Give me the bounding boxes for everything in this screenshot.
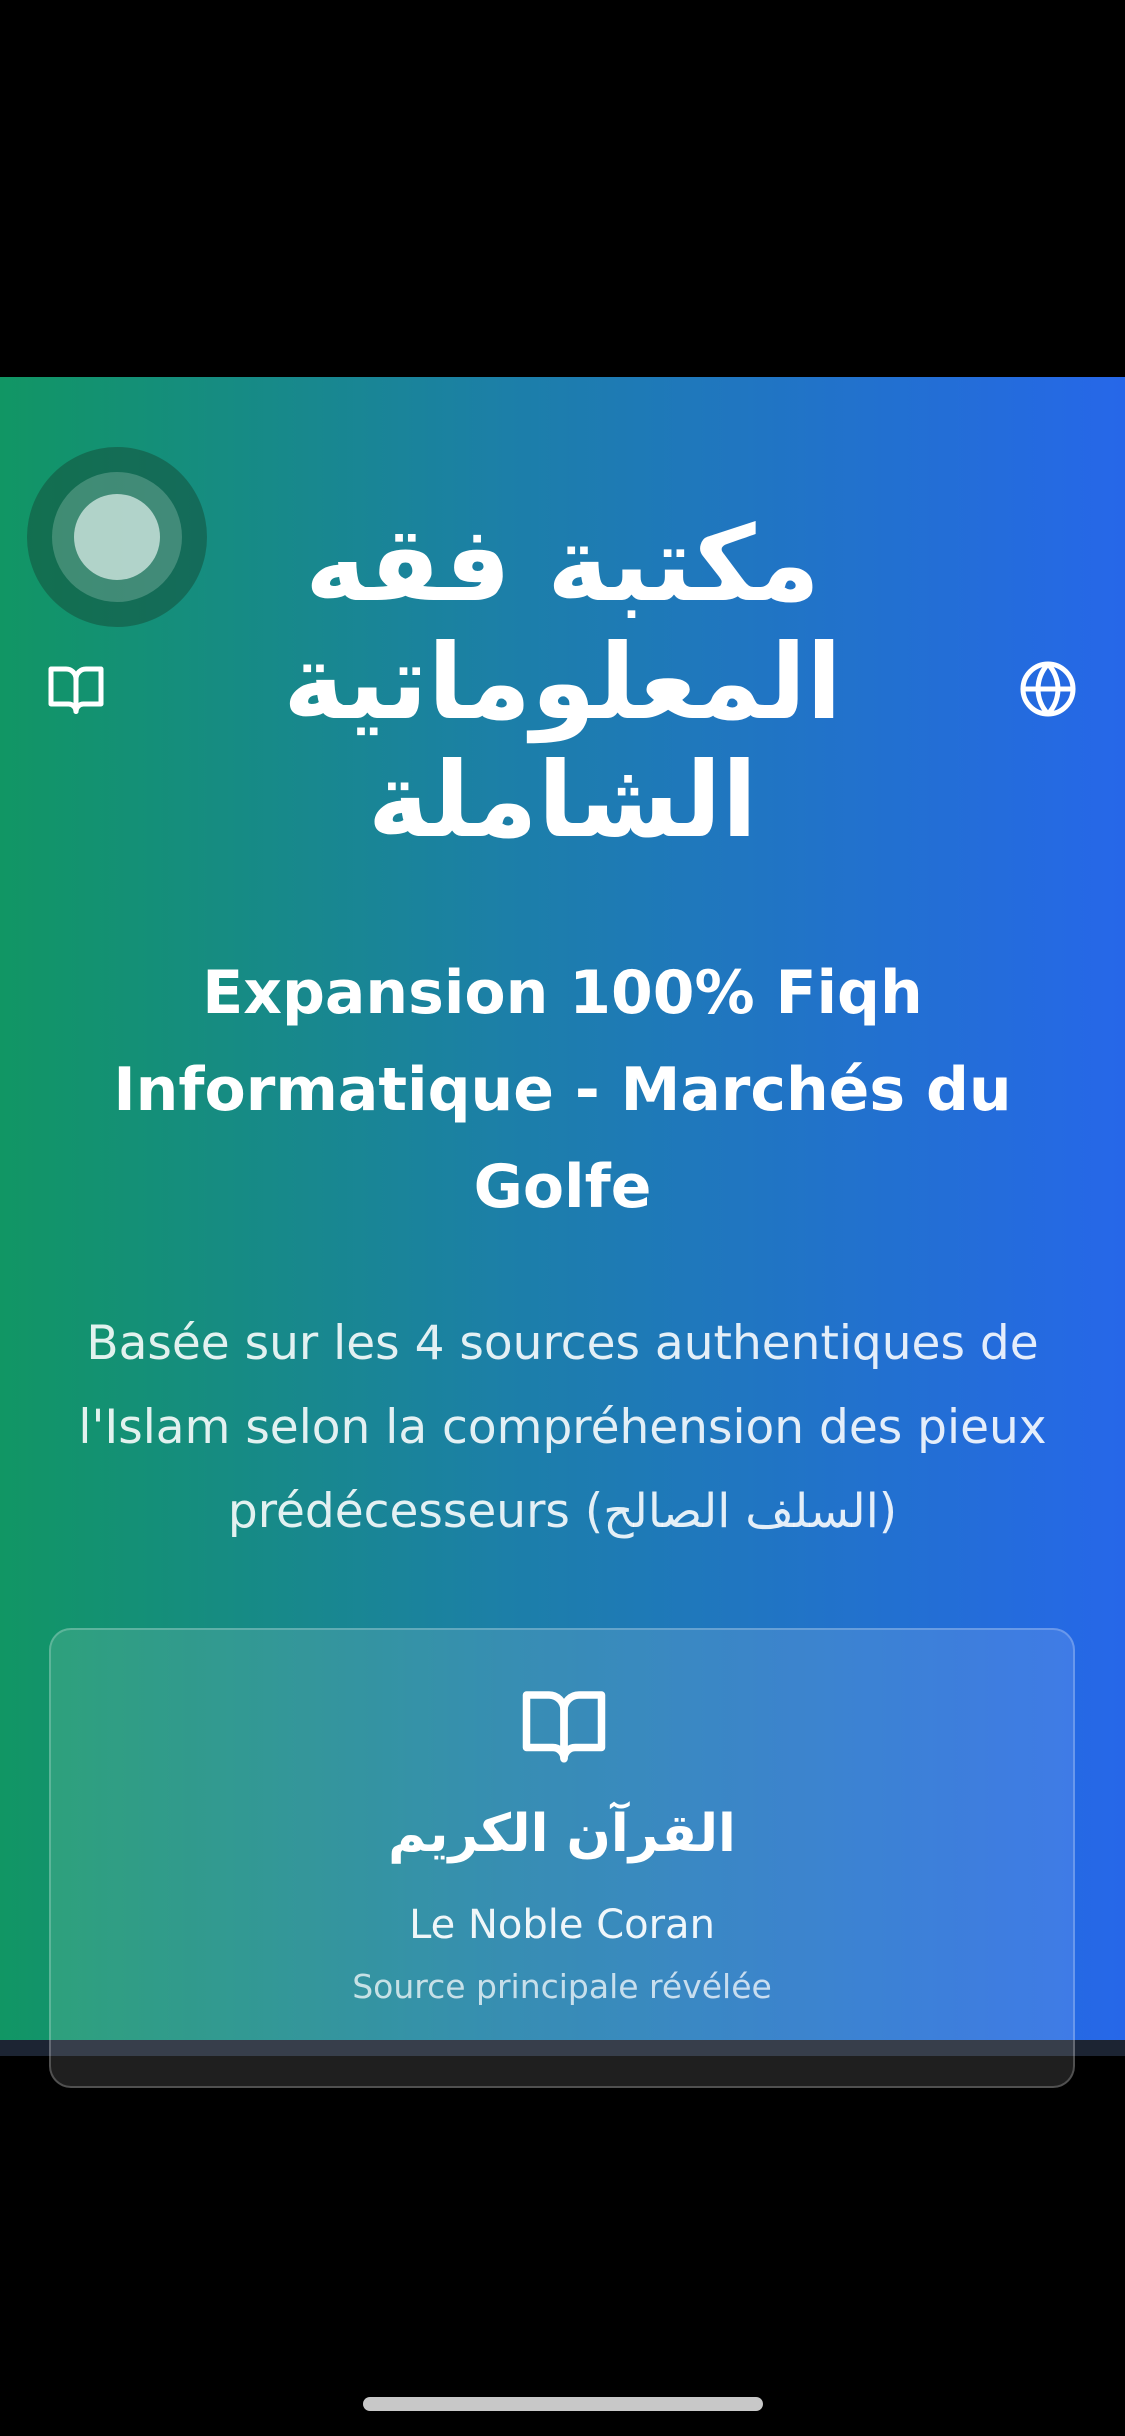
- page-subtitle: Expansion 100% Fiqh Informatique - March…: [60, 945, 1065, 1236]
- assistive-touch-ring: [52, 472, 182, 602]
- subtitle-line: Informatique - Marchés du: [113, 1055, 1012, 1125]
- description-line: Basée sur les 4 sources authentiques de: [86, 1316, 1039, 1371]
- arabic-title-line: الشاملة: [367, 739, 758, 861]
- arabic-title-line: مكتبة فقه: [304, 503, 821, 625]
- description-line: prédécesseurs (السلف الصالح): [227, 1484, 898, 1539]
- subtitle-line: Golfe: [473, 1152, 652, 1222]
- book-icon[interactable]: [46, 659, 106, 719]
- book-open-icon: [519, 1680, 609, 1770]
- arabic-title-line: المعلوماتية: [283, 621, 842, 743]
- source-title: Le Noble Coran: [409, 1902, 715, 1948]
- description-line: l'Islam selon la compréhension des pieux: [78, 1400, 1047, 1455]
- home-indicator[interactable]: [363, 2397, 763, 2411]
- source-caption: Source principale révélée: [352, 1967, 772, 2006]
- assistive-touch-button[interactable]: [27, 447, 207, 627]
- globe-icon[interactable]: [1018, 659, 1078, 719]
- arabic-page-title: مكتبة فقه المعلوماتية الشاملة: [220, 505, 905, 859]
- subtitle-line: Expansion 100% Fiqh: [202, 958, 923, 1028]
- source-arabic-name: القرآن الكريم: [388, 1804, 736, 1864]
- app-screen: مكتبة فقه المعلوماتية الشاملة Expansion …: [0, 0, 1125, 2436]
- assistive-touch-core: [74, 494, 160, 580]
- source-card-quran[interactable]: القرآن الكريم Le Noble Coran Source prin…: [49, 1628, 1075, 2088]
- page-description: Basée sur les 4 sources authentiques de …: [40, 1302, 1085, 1554]
